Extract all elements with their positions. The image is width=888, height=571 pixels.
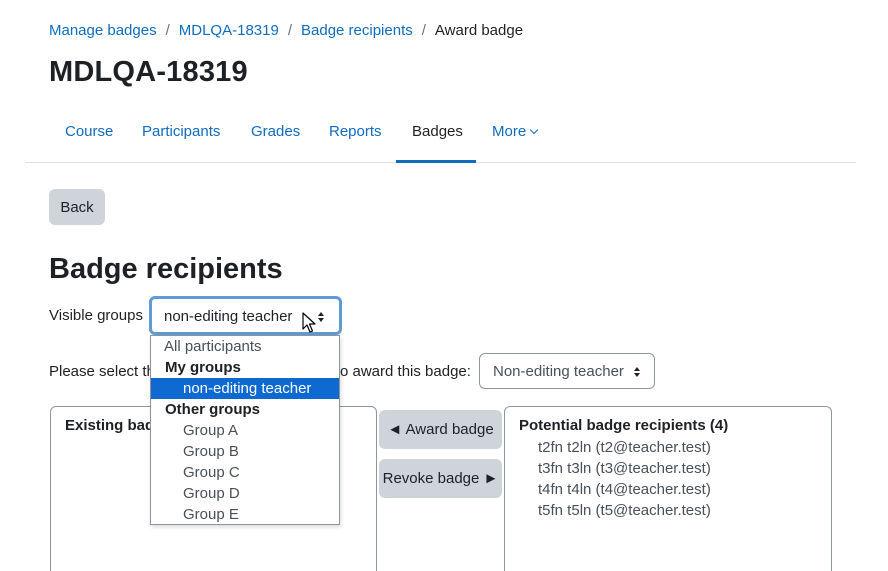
potential-recipients-options: t2fn t2ln (t2@teacher.test) t3fn t3ln (t… xyxy=(538,437,711,521)
breadcrumb-current: Award badge xyxy=(434,22,524,39)
list-item[interactable]: t5fn t5ln (t5@teacher.test) xyxy=(538,500,711,521)
list-item[interactable]: t4fn t4ln (t4@teacher.test) xyxy=(538,479,711,500)
breadcrumb-manage-badges[interactable]: Manage badges xyxy=(49,22,157,39)
visible-groups-selected: non-editing teacher xyxy=(164,308,293,325)
dropdown-option-non-editing-teacher[interactable]: non-editing teacher xyxy=(151,378,339,399)
list-item[interactable]: t2fn t2ln (t2@teacher.test) xyxy=(538,437,711,458)
dropdown-option-group-d[interactable]: Group D xyxy=(151,483,339,504)
tab-reports[interactable]: Reports xyxy=(313,112,398,163)
dropdown-option-group-e[interactable]: Group E xyxy=(151,504,339,525)
secondary-navigation: Course Participants Grades Reports Badge… xyxy=(25,112,856,163)
dropdown-option-group-b[interactable]: Group B xyxy=(151,441,339,462)
chevron-down-icon xyxy=(529,125,539,135)
revoke-badge-button[interactable]: Revoke badge ► xyxy=(379,459,502,498)
breadcrumb-separator: / xyxy=(287,22,292,39)
dropdown-group-my-groups: My groups xyxy=(165,359,241,376)
potential-recipients-list[interactable]: Potential badge recipients (4) t2fn t2ln… xyxy=(504,406,832,571)
breadcrumb-separator: / xyxy=(165,22,170,39)
instruction-text-start: Please select th xyxy=(49,363,155,380)
dropdown-option-all-participants[interactable]: All participants xyxy=(151,336,339,357)
breadcrumb-course[interactable]: MDLQA-18319 xyxy=(179,22,279,39)
dropdown-option-group-a[interactable]: Group A xyxy=(151,420,339,441)
cursor-icon xyxy=(302,312,316,333)
section-heading: Badge recipients xyxy=(49,253,283,285)
tab-more-label: More xyxy=(492,123,527,140)
visible-groups-label: Visible groups xyxy=(49,307,143,324)
list-item[interactable]: t3fn t3ln (t3@teacher.test) xyxy=(538,458,711,479)
award-badge-button[interactable]: ◄ Award badge xyxy=(379,410,502,449)
potential-recipients-title: Potential badge recipients (4) xyxy=(519,417,729,434)
role-select[interactable]: Non-editing teacher xyxy=(479,353,655,389)
role-select-selected: Non-editing teacher xyxy=(493,363,624,380)
tab-badges[interactable]: Badges xyxy=(396,112,476,163)
breadcrumb-separator: / xyxy=(421,22,426,39)
instruction-text-end: o award this badge: xyxy=(340,363,471,380)
tab-grades[interactable]: Grades xyxy=(235,112,316,163)
dropdown-option-group-c[interactable]: Group C xyxy=(151,462,339,483)
tab-more[interactable]: More xyxy=(476,112,553,163)
dropdown-group-other-groups: Other groups xyxy=(165,401,261,418)
breadcrumb: Manage badges / MDLQA-18319 / Badge reci… xyxy=(49,22,523,39)
existing-recipients-title: Existing bad xyxy=(65,417,155,434)
visible-groups-dropdown: All participants My groups non-editing t… xyxy=(150,335,340,525)
tab-course[interactable]: Course xyxy=(49,112,129,163)
page-title: MDLQA-18319 xyxy=(49,56,248,88)
tab-participants[interactable]: Participants xyxy=(126,112,236,163)
breadcrumb-badge-recipients[interactable]: Badge recipients xyxy=(301,22,413,39)
back-button[interactable]: Back xyxy=(49,189,105,225)
